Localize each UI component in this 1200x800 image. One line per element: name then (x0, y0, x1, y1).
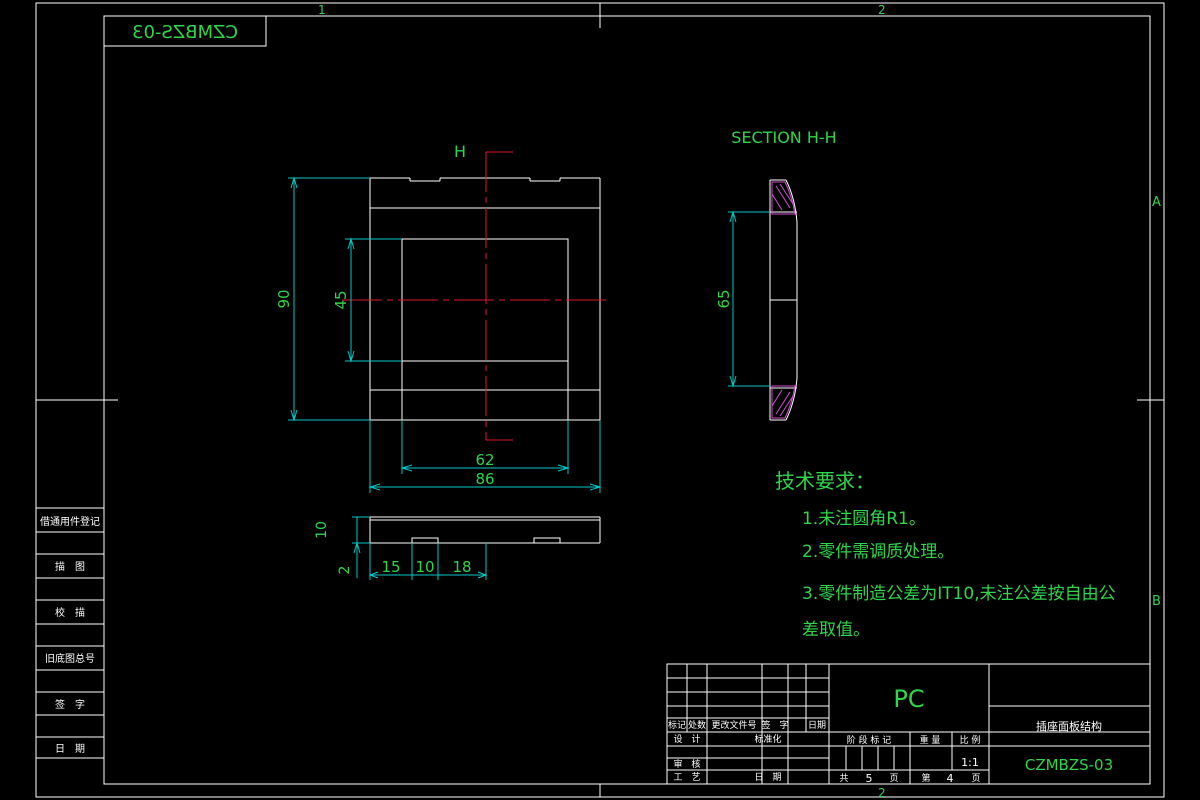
dimension-section-height: 65 (715, 210, 770, 388)
zone-marker-top-1: 1 (318, 3, 326, 17)
tb-label-process: 工 艺 (673, 772, 700, 783)
left-strip-item: 签 字 (55, 698, 85, 711)
tb-part-name: 插座面板结构 (1036, 719, 1102, 733)
title-block: 标记 处数 更改文件号 签 字 日期 设 计 标准化 审 核 工 艺 日 期 P… (666, 663, 1151, 785)
mirrored-code: CZMBZS-03 (132, 22, 238, 43)
tb-label-count: 处数 (688, 719, 706, 731)
dim-label-15: 15 (381, 558, 400, 576)
tb-sheet-number: 4 (947, 772, 954, 785)
dim-label-65: 65 (715, 289, 733, 308)
left-strip-item: 描 图 (55, 560, 85, 573)
dim-label-86: 86 (475, 470, 494, 488)
dimension-side-segments: 15 10 18 (368, 543, 488, 580)
dim-label-62: 62 (475, 451, 494, 469)
tb-label-date: 日期 (808, 720, 826, 731)
dimension-window-width: 62 (400, 420, 570, 474)
mirrored-code-box: CZMBZS-03 (103, 15, 267, 47)
tech-requirement-item: 3.零件制造公差为IT10,未注公差按自由公 (802, 584, 1116, 604)
cad-drawing: 1 2 2 A B CZMBZS-03 H 90 45 62 86 10 2 1… (35, 2, 1165, 800)
zone-marker-top-2: 2 (878, 3, 886, 17)
dim-label-18: 18 (452, 558, 471, 576)
zone-markers: 1 2 2 A B (318, 3, 1161, 800)
left-strip-item: 校 描 (55, 606, 85, 619)
dim-label-10-vertical: 10 (314, 521, 330, 539)
tech-requirement-item: 2.零件需调质处理。 (802, 542, 954, 562)
dimension-side-step: 2 (337, 541, 361, 578)
tb-scale: 1:1 (961, 756, 979, 769)
tb-label-change-doc: 更改文件号 (711, 719, 756, 731)
left-strip-item: 日 期 (55, 743, 85, 755)
tb-label-weight: 重 量 (920, 734, 941, 746)
side-view (369, 516, 601, 544)
tb-label-standardization: 标准化 (754, 733, 781, 745)
zone-marker-b: B (1152, 594, 1161, 609)
tb-label-total: 共 (839, 773, 848, 784)
dim-label-90: 90 (275, 289, 293, 308)
tb-label-sheets: 页 (889, 773, 898, 784)
tech-requirements: 技术要求： 1.未注圆角R1。 2.零件需调质处理。 3.零件制造公差为IT10… (775, 469, 1116, 640)
tb-label-page-no: 第 (921, 772, 930, 784)
front-center-lines (342, 151, 610, 441)
zone-marker-bottom-2: 2 (878, 786, 886, 800)
dim-label-10-horizontal: 10 (415, 558, 434, 576)
tech-requirement-item: 1.未注圆角R1。 (802, 509, 926, 529)
tech-requirement-item: 差取值。 (802, 620, 870, 640)
tb-label-sheets-2: 页 (971, 773, 980, 784)
tb-label-design: 设 计 (673, 733, 700, 745)
dim-label-2: 2 (337, 566, 353, 575)
section-title: SECTION H-H (731, 128, 836, 147)
tb-label-stage-mark: 阶 段 标 记 (847, 734, 892, 746)
tb-sheet-total: 5 (866, 772, 873, 785)
dimension-front-height: 90 (275, 176, 370, 422)
dim-label-45: 45 (332, 290, 350, 309)
tb-label-mark: 标记 (668, 719, 686, 731)
tb-label-review: 审 核 (673, 758, 700, 770)
dimension-side-thickness: 10 (314, 516, 370, 544)
tb-label-signature: 签 字 (761, 719, 788, 731)
left-strip-item: 旧底图总号 (45, 652, 95, 665)
tb-drawing-number: CZMBZS-03 (1025, 756, 1113, 774)
section-view (769, 179, 798, 421)
zone-marker-a: A (1152, 195, 1161, 210)
section-marker: H (454, 142, 466, 161)
tb-label-scale: 比 例 (960, 734, 981, 746)
tb-label-date2: 日 期 (754, 772, 781, 783)
front-view (369, 177, 601, 421)
tech-requirements-heading: 技术要求： (775, 469, 875, 493)
tb-material: PC (893, 685, 924, 713)
left-strip: 借通用件登记 描 图 校 描 旧底图总号 签 字 日 期 (35, 507, 105, 759)
left-strip-item: 借通用件登记 (40, 515, 100, 528)
